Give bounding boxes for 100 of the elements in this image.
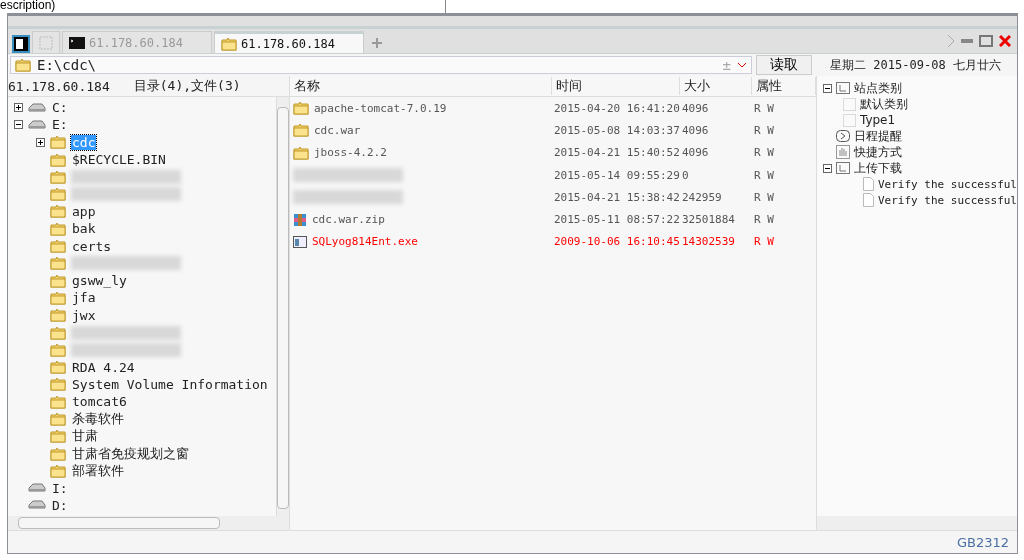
tree-item[interactable]: C: [51, 100, 69, 116]
tree-item[interactable]: I: [51, 480, 69, 496]
file-time: 2015-04-21 15:38:42 [552, 190, 680, 204]
folder-icon [292, 123, 309, 138]
file-attributes: R W [752, 101, 775, 115]
file-row[interactable]: cdc.war.zip 2015-05-11 08:57:22 32501884 R W [289, 208, 816, 231]
folder-icon [50, 239, 66, 253]
folder-icon [50, 187, 66, 202]
tree-item[interactable]: 甘肃省免疫规划之窗 [71, 444, 190, 463]
document-icon [862, 193, 874, 207]
file-time: 2015-05-14 09:55:29 [552, 168, 680, 182]
folder-icon [50, 377, 66, 392]
folder-icon [50, 446, 66, 461]
category-item[interactable]: Verify the successful [877, 193, 1017, 207]
scrollbar[interactable] [8, 516, 289, 530]
drive-icon [28, 500, 46, 511]
file-attributes: R W [752, 190, 775, 204]
category-item[interactable]: 站点类别 [853, 79, 902, 97]
file-name: cdc.war [313, 123, 361, 137]
file-attributes: R W [752, 235, 775, 249]
file-name: apache-tomcat-7.0.19 [313, 101, 447, 115]
file-attributes: R W [752, 168, 775, 182]
scrollbar[interactable] [275, 97, 289, 516]
file-name: SQLyog814Ent.exe [311, 235, 418, 249]
column-header[interactable]: 名称 [289, 77, 552, 95]
tree-item[interactable]: $RECYCLE.BIN [71, 152, 167, 168]
folder-icon [50, 342, 66, 357]
maximize-icon [979, 34, 993, 48]
scrollbar[interactable] [816, 516, 1017, 530]
column-header[interactable]: 属性 [751, 77, 816, 95]
drive-icon [28, 483, 46, 494]
panel-icon [12, 35, 30, 53]
tree-item[interactable]: tomcat6 [71, 394, 128, 410]
tab[interactable]: 61.178.60.184 [214, 31, 364, 53]
file-size: 4096 [680, 123, 710, 137]
file-attributes: R W [752, 123, 775, 137]
plus-icon [372, 38, 382, 48]
tree-item[interactable]: bak [71, 221, 97, 237]
file-time: 2015-04-21 15:40:52 [552, 146, 680, 160]
file-size: 4096 [680, 101, 710, 115]
host-label: 61.178.60.184 [8, 78, 110, 94]
folder-icon [50, 308, 66, 323]
drive-icon [28, 102, 46, 113]
folder-icon [50, 412, 66, 426]
drive-icon [28, 119, 46, 130]
summary-label: 目录(4),文件(3) [133, 77, 241, 95]
category-item[interactable]: 默认类别 [859, 95, 908, 113]
file-name: cdc.war.zip [311, 213, 385, 227]
tree-item[interactable]: System Volume Information [71, 376, 269, 392]
read-button[interactable]: 读取 [756, 55, 812, 75]
folder-icon [50, 152, 66, 167]
clock-icon [835, 130, 850, 142]
date-label: 星期二 2015-09-08 七月廿六 [829, 56, 1002, 74]
dropdown-icon [737, 62, 747, 68]
path-field[interactable]: E:\cdc\ ± [10, 56, 752, 74]
program-icon [292, 235, 307, 248]
folder-icon [50, 256, 66, 271]
file-size: 0 [680, 168, 690, 182]
file-time: 2015-05-11 08:57:22 [552, 213, 680, 227]
tree-item[interactable]: gsww_ly [71, 273, 128, 289]
category-item[interactable]: 日程提醒 [853, 127, 902, 145]
minimize-icon [961, 39, 973, 43]
file-row[interactable]: SQLyog814Ent.exe 2009-10-06 16:10:45 14302539 R W [289, 230, 816, 254]
folder-icon [292, 101, 309, 116]
dotted-square-icon [842, 97, 856, 111]
tab[interactable] [32, 31, 60, 53]
tree-item[interactable]: jwx [71, 307, 97, 323]
file-row[interactable]: apache-tomcat-7.0.19 2015-04-20 16:41:20 4096 R W [289, 97, 816, 120]
tree-item[interactable]: app [71, 203, 97, 219]
tree-item[interactable]: E: [51, 117, 69, 133]
folder-icon [292, 145, 309, 160]
category-item[interactable]: Verify the successful [877, 177, 1017, 191]
column-header[interactable]: 大小 [679, 77, 752, 95]
file-row[interactable]: jboss-4.2.2 2015-04-21 15:40:52 4096 R W [289, 141, 816, 164]
chevron-right-icon [947, 34, 955, 48]
folder-icon [50, 221, 66, 236]
file-attributes: R W [752, 213, 775, 227]
folder-icon [50, 463, 66, 478]
tree-item[interactable]: 杀毒软件 [71, 410, 125, 428]
file-size: 4096 [680, 146, 710, 160]
category-item[interactable]: 上传下载 [853, 159, 902, 177]
tree-item[interactable]: 甘肃 [71, 427, 99, 446]
dotted-square-icon [842, 113, 856, 127]
tree-item[interactable]: 部署软件 [71, 461, 125, 480]
tree-item[interactable]: RDA 4.24 [71, 359, 136, 375]
file-size: 32501884 [680, 213, 736, 227]
category-item[interactable]: 快捷方式 [853, 143, 902, 161]
background-text: escription) [0, 0, 56, 12]
folder-icon [221, 36, 237, 51]
tree-item[interactable]: certs [71, 238, 113, 254]
folder-icon [50, 394, 66, 409]
folder-icon [15, 58, 31, 72]
file-row[interactable]: 2015-05-14 09:55:29 0 R W [289, 163, 816, 187]
tree-item[interactable]: jfa [71, 290, 97, 306]
file-row[interactable]: cdc.war 2015-05-08 14:03:37 4096 R W [289, 119, 816, 142]
file-row[interactable]: 2015-04-21 15:38:42 242959 R W [289, 186, 816, 209]
column-header[interactable]: 时间 [551, 77, 680, 95]
document-icon [862, 177, 874, 191]
category-item[interactable]: Type1 [859, 113, 896, 127]
tree-item[interactable]: D: [51, 497, 69, 513]
